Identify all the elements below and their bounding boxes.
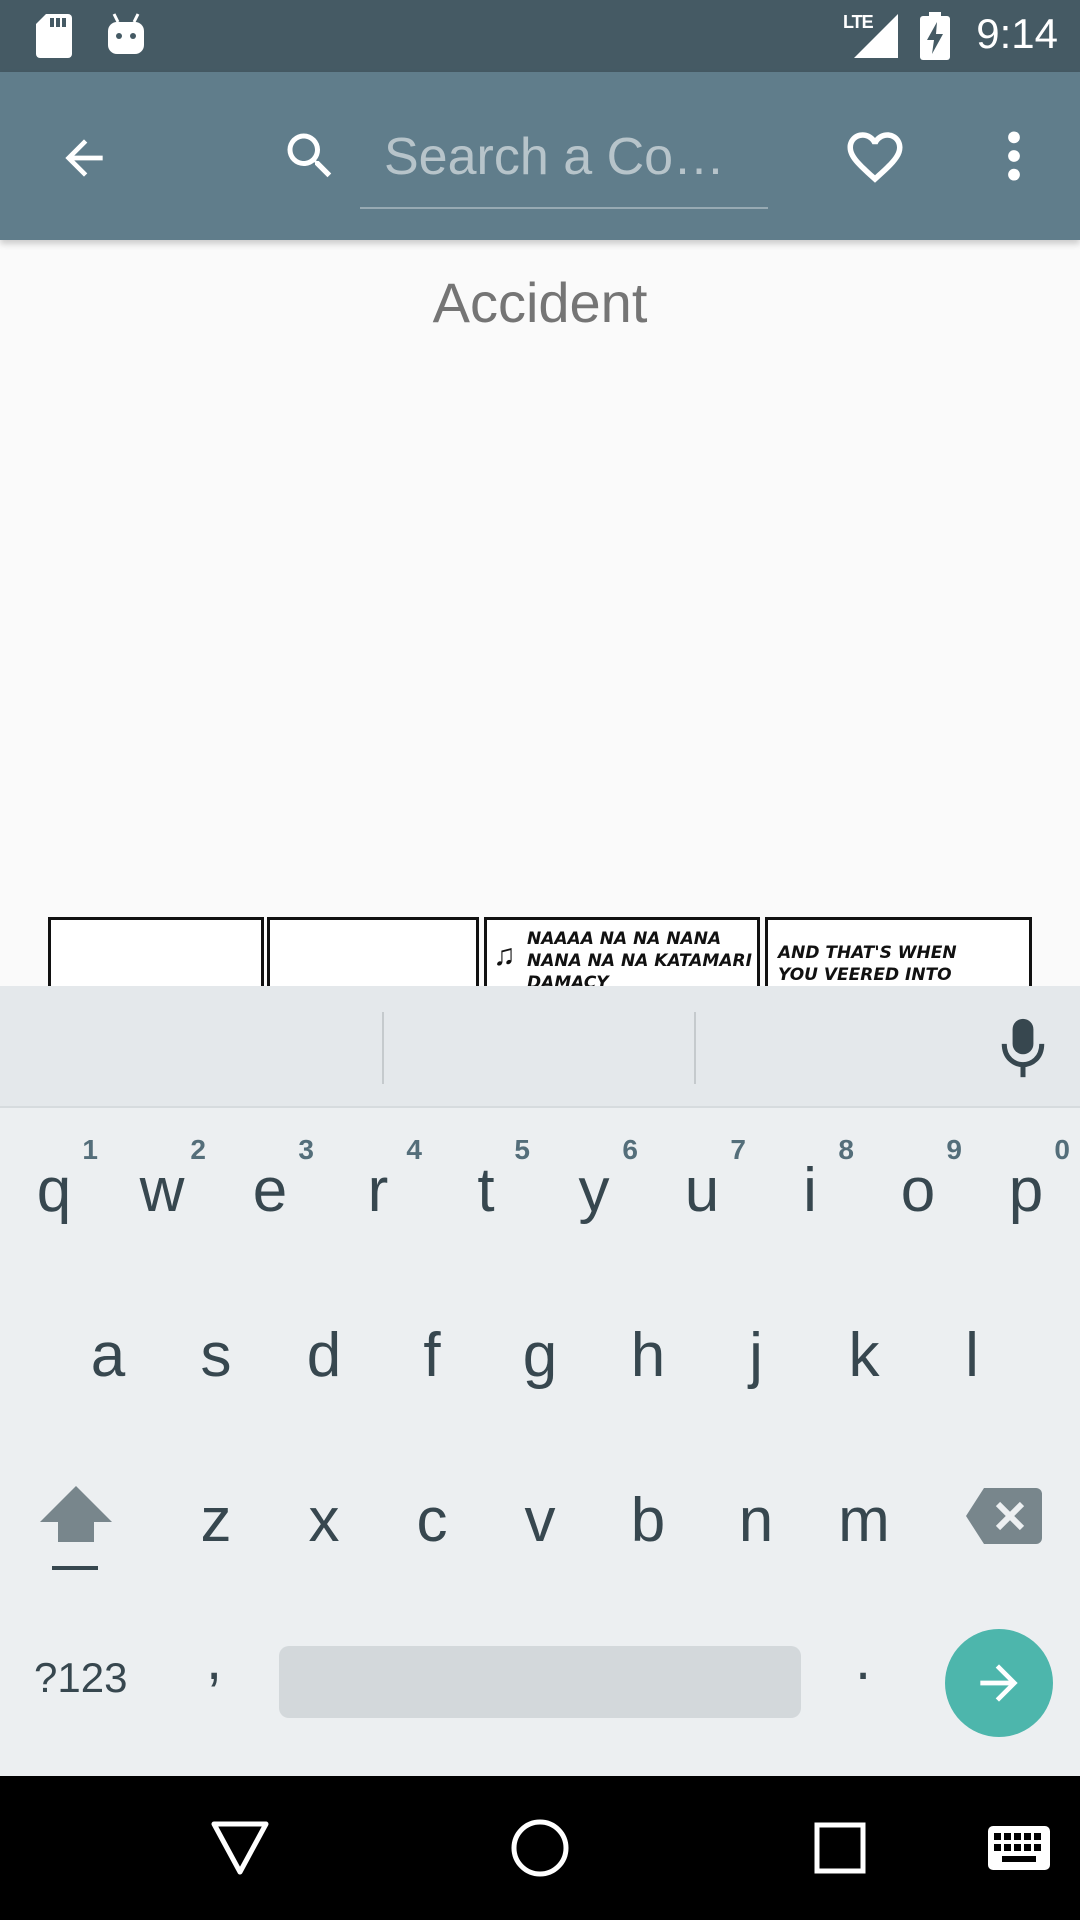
key[interactable]: f bbox=[378, 1281, 486, 1431]
key[interactable]: n bbox=[702, 1446, 810, 1596]
mic-icon[interactable] bbox=[998, 1016, 1048, 1080]
symbols-key[interactable]: ?123 bbox=[34, 1654, 127, 1702]
recents-square-icon[interactable] bbox=[814, 1822, 866, 1874]
key-hint: 0 bbox=[1054, 1134, 1070, 1165]
key-label: s bbox=[200, 1321, 232, 1390]
backspace-icon[interactable] bbox=[966, 1488, 1042, 1544]
comic-panel[interactable]: ♫ NAAAA NA NA NANA NANA NA NA KATAMARI D… bbox=[484, 917, 760, 986]
enter-key[interactable] bbox=[945, 1629, 1053, 1737]
suggestion-divider bbox=[382, 1012, 384, 1084]
key[interactable]: x bbox=[270, 1446, 378, 1596]
comic-view: Accident ♫ NAAAA NA NA NANA NANA NA NA K… bbox=[0, 240, 1080, 986]
search-icon bbox=[287, 133, 332, 178]
key-label: j bbox=[749, 1321, 763, 1390]
back-triangle-icon[interactable] bbox=[210, 1820, 270, 1876]
key-label: z bbox=[200, 1486, 232, 1555]
key-label: d bbox=[306, 1321, 342, 1390]
status-bar: LTE 9:14 bbox=[0, 0, 1080, 72]
key[interactable]: d bbox=[270, 1281, 378, 1431]
key-label: m bbox=[838, 1486, 890, 1555]
comma-key[interactable]: , bbox=[206, 1626, 222, 1693]
key[interactable]: 0p bbox=[972, 1116, 1080, 1266]
key[interactable]: 1q bbox=[0, 1116, 108, 1266]
key[interactable]: k bbox=[810, 1281, 918, 1431]
key-label: f bbox=[423, 1321, 441, 1390]
key[interactable]: s bbox=[162, 1281, 270, 1431]
key-hint: 7 bbox=[730, 1134, 746, 1165]
suggestion-divider bbox=[694, 1012, 696, 1084]
period-key[interactable]: . bbox=[855, 1626, 871, 1693]
comic-panel[interactable] bbox=[48, 917, 264, 986]
key-hint: 9 bbox=[946, 1134, 962, 1165]
arrow-forward-icon bbox=[980, 1664, 1018, 1702]
arrow-back-icon[interactable] bbox=[56, 130, 112, 186]
comic-panel[interactable]: AND THAT'S WHEN YOU VEERED INTO bbox=[765, 917, 1032, 986]
key-hint: 5 bbox=[514, 1134, 530, 1165]
key[interactable]: 2w bbox=[108, 1116, 216, 1266]
navigation-bar bbox=[0, 1776, 1080, 1920]
soft-keyboard: ?123 , . 1q2w3e4r5t6y7u8i9o0p a s d f g h j k l z x… bbox=[0, 986, 1080, 1776]
suggestion-strip bbox=[0, 986, 1080, 1108]
key-hint: 4 bbox=[406, 1134, 422, 1165]
key[interactable]: 4r bbox=[324, 1116, 432, 1266]
key[interactable]: a bbox=[54, 1281, 162, 1431]
search-input[interactable] bbox=[384, 122, 768, 192]
key[interactable]: 5t bbox=[432, 1116, 540, 1266]
key[interactable]: 9o bbox=[864, 1116, 972, 1266]
search-underline bbox=[360, 207, 768, 209]
key-hint: 3 bbox=[298, 1134, 314, 1165]
comic-title: Accident bbox=[432, 271, 648, 334]
shift-icon[interactable] bbox=[36, 1486, 116, 1576]
comic-panel[interactable] bbox=[267, 917, 479, 986]
key[interactable]: g bbox=[486, 1281, 594, 1431]
key-hint: 8 bbox=[838, 1134, 854, 1165]
key-label: a bbox=[90, 1321, 126, 1390]
panel-caption: AND THAT'S WHEN YOU VEERED INTO bbox=[778, 943, 957, 985]
key-label: g bbox=[522, 1321, 558, 1390]
music-note-icon: ♫ bbox=[493, 938, 516, 973]
key-label: h bbox=[630, 1321, 666, 1390]
key-label: b bbox=[630, 1486, 666, 1555]
sd-card-icon bbox=[36, 14, 72, 58]
key[interactable]: b bbox=[594, 1446, 702, 1596]
key-label: k bbox=[848, 1321, 880, 1390]
key[interactable]: z bbox=[162, 1446, 270, 1596]
key[interactable]: 8i bbox=[756, 1116, 864, 1266]
key[interactable]: j bbox=[702, 1281, 810, 1431]
signal-icon bbox=[854, 14, 898, 58]
space-key[interactable] bbox=[279, 1646, 801, 1718]
key[interactable]: m bbox=[810, 1446, 918, 1596]
app-bar bbox=[0, 72, 1080, 240]
key[interactable]: h bbox=[594, 1281, 702, 1431]
key-hint: 6 bbox=[622, 1134, 638, 1165]
key-label: l bbox=[965, 1321, 979, 1390]
key[interactable]: 3e bbox=[216, 1116, 324, 1266]
key[interactable]: 6y bbox=[540, 1116, 648, 1266]
panel-caption: NAAAA NA NA NANA NANA NA NA KATAMARI DAM… bbox=[527, 929, 752, 986]
keyboard-icon[interactable] bbox=[988, 1826, 1050, 1870]
key-label: n bbox=[738, 1486, 774, 1555]
heart-outline-icon[interactable] bbox=[842, 124, 908, 190]
key-label: v bbox=[524, 1486, 556, 1555]
key[interactable]: 7u bbox=[648, 1116, 756, 1266]
battery-charging-icon bbox=[920, 12, 950, 60]
key-label: c bbox=[416, 1486, 448, 1555]
key-hint: 1 bbox=[82, 1134, 98, 1165]
key[interactable]: l bbox=[918, 1281, 1026, 1431]
key-hint: 2 bbox=[190, 1134, 206, 1165]
key[interactable]: v bbox=[486, 1446, 594, 1596]
android-icon bbox=[108, 13, 144, 54]
more-vert-icon[interactable] bbox=[990, 124, 1038, 188]
clock: 9:14 bbox=[976, 10, 1058, 57]
key-label: x bbox=[308, 1486, 340, 1555]
key[interactable]: c bbox=[378, 1446, 486, 1596]
home-circle-icon[interactable] bbox=[510, 1818, 570, 1878]
